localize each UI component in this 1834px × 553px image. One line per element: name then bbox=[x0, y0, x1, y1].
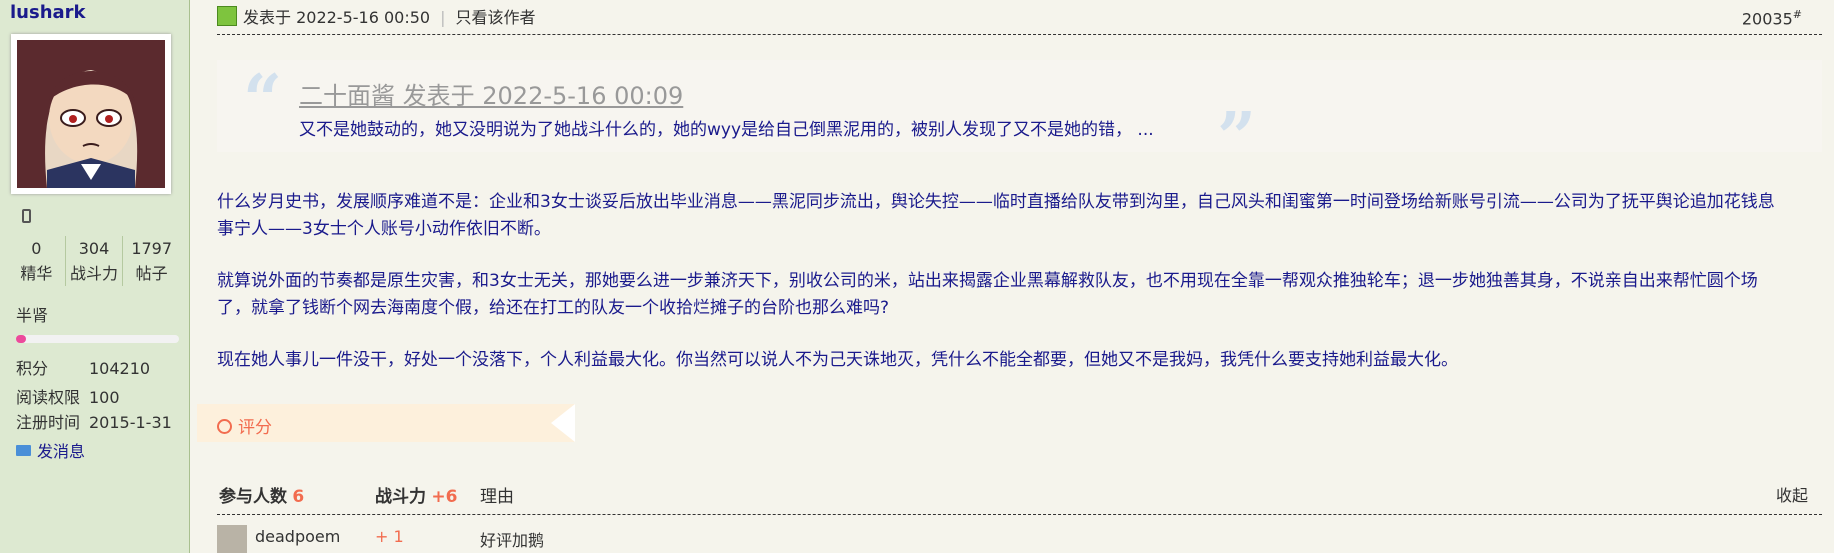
post-time: 发表于 2022-5-16 00:50 bbox=[243, 8, 431, 27]
quote-text: 又不是她鼓动的，她又没明说为了她战斗什么的，她的wyy是给自己倒黑泥用的，被别人… bbox=[299, 120, 1154, 140]
post-paragraph-2: 就算说外面的节奏都是原生灾害，和3女士无关，那她要么进一步兼济天下，别收公司的米… bbox=[217, 271, 1758, 318]
participants-header: 参与人数 6 bbox=[219, 487, 305, 507]
floor-number[interactable]: 20035# bbox=[1742, 8, 1802, 28]
quote-block: “ 二十面酱 发表于 2022-5-16 00:09 又不是她鼓动的，她又没明说… bbox=[217, 60, 1822, 172]
anime-avatar-icon bbox=[17, 40, 165, 188]
stat-posts[interactable]: 1797 帖子 bbox=[122, 236, 180, 286]
power-header: 战斗力 +6 bbox=[375, 487, 458, 507]
rater-score: + 1 bbox=[375, 527, 404, 546]
rank-progress-bar bbox=[16, 335, 179, 343]
rating-divider bbox=[217, 514, 1822, 515]
send-message-link[interactable]: 发消息 bbox=[16, 438, 85, 462]
rater-reason: 好评加鹅 bbox=[480, 531, 545, 550]
rating-banner-notch bbox=[551, 404, 575, 442]
rank-progress-fill bbox=[16, 335, 26, 343]
close-quote-icon: ” bbox=[1217, 98, 1257, 178]
phone-icon bbox=[22, 209, 31, 223]
post-body: 发表于 2022-5-16 00:50 | 只看该作者 20035# “ 二十面酱 … bbox=[197, 0, 1822, 553]
info-points: 积分 104210 bbox=[16, 359, 151, 378]
collapse-button[interactable]: 收起 bbox=[1776, 482, 1808, 506]
stat-digest[interactable]: 0 精华 bbox=[8, 236, 65, 286]
open-quote-icon: “ bbox=[243, 60, 283, 140]
post-header: 发表于 2022-5-16 00:50 | 只看该作者 bbox=[217, 4, 536, 28]
post-paragraph-1: 什么岁月史书，发展顺序难道不是：企业和3女士谈妥后放出毕业消息——黑泥同步流出，… bbox=[217, 192, 1775, 239]
envelope-icon bbox=[16, 445, 31, 456]
circle-icon bbox=[217, 419, 232, 434]
rate-button[interactable]: 评分 bbox=[217, 413, 272, 438]
info-register-date: 注册时间 2015-1-31 bbox=[16, 413, 172, 432]
reason-header: 理由 bbox=[480, 487, 514, 507]
quote-title[interactable]: 二十面酱 发表于 2022-5-16 00:09 bbox=[299, 76, 683, 111]
rater-avatar[interactable] bbox=[217, 525, 247, 553]
rater-name[interactable]: deadpoem bbox=[255, 527, 340, 546]
only-author-link[interactable]: 只看该作者 bbox=[455, 8, 535, 27]
user-rank: 半肾 bbox=[16, 306, 49, 325]
avatar[interactable] bbox=[11, 34, 171, 194]
info-read-permission: 阅读权限 100 bbox=[16, 388, 120, 407]
author-username[interactable]: lushark bbox=[10, 2, 86, 23]
header-divider bbox=[217, 34, 1822, 35]
stat-power[interactable]: 304 战斗力 bbox=[64, 236, 123, 286]
author-stats: 0 精华 304 战斗力 1797 帖子 bbox=[8, 236, 180, 286]
post-paragraph-3: 现在她人事儿一件没干，好处一个没落下，个人利益最大化。你当然可以说人不为己天诛地… bbox=[217, 350, 1458, 370]
online-status-icon bbox=[217, 6, 237, 26]
author-sidebar: lushark 0 精华 304 战斗力 1797 帖子 半肾 积分 104210 阅读… bbox=[0, 0, 190, 553]
